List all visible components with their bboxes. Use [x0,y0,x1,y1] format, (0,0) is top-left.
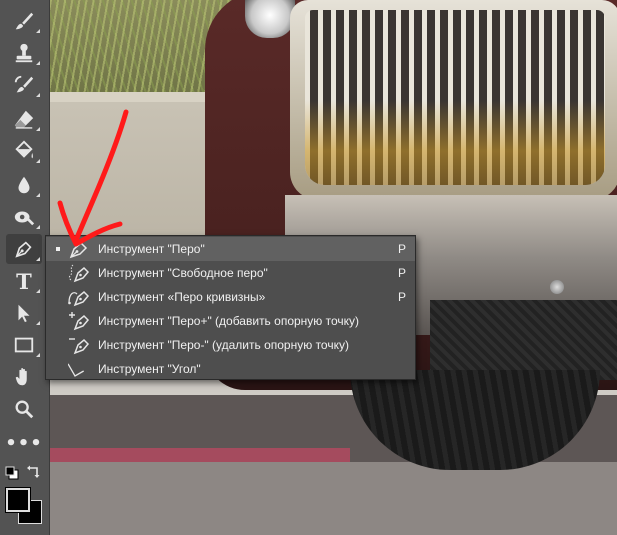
add-anchor-point-icon [69,312,90,331]
menu-item-label: Инструмент "Угол" [98,362,201,376]
hand-icon [15,368,27,386]
type-icon: T [16,268,32,294]
menu-item-shortcut: P [398,266,407,280]
convert-point-icon [68,363,84,377]
pen-tools-flyout-menu: Инструмент "Перо" P Инструмент "Свободно… [45,235,416,380]
stamp-icon [15,43,33,63]
photo-foglight [550,280,564,294]
edit-toolbar-button[interactable]: ••• [5,428,43,458]
paint-bucket-icon [15,140,33,159]
pen-icon [15,241,32,258]
foreground-color-swatch[interactable] [5,487,31,513]
blur-tool[interactable] [6,170,42,200]
menu-item-convert-point-tool[interactable]: Инструмент "Угол" [46,357,415,381]
color-swatches [4,486,44,526]
rectangle-icon [14,337,34,353]
menu-item-freeform-pen-tool[interactable]: Инструмент "Свободное перо" P [46,261,415,285]
default-colors-icon[interactable] [5,466,19,480]
photo-headlight [245,0,295,38]
menu-item-curvature-pen-tool[interactable]: Инструмент «Перо кривизны» P [46,285,415,309]
menu-item-label: Инструмент "Перо-" (удалить опорную точк… [98,338,349,352]
menu-item-shortcut: P [398,290,407,304]
history-brush-tool[interactable] [6,70,42,100]
menu-item-label: Инструмент "Свободное перо" [98,266,268,280]
menu-item-delete-anchor-point-tool[interactable]: Инструмент "Перо-" (удалить опорную точк… [46,333,415,357]
pen-tool[interactable] [6,234,42,264]
photo-red-curb [50,448,350,462]
brush-icon [15,12,34,30]
swap-colors-icon[interactable] [25,464,41,480]
arrow-pointer-icon [18,304,30,323]
menu-item-label: Инструмент "Перо" [98,242,205,256]
type-tool[interactable]: T [6,266,42,296]
menu-item-label: Инструмент "Перо+" (добавить опорную точ… [98,314,360,328]
curvature-pen-icon [68,290,90,307]
delete-anchor-point-icon [69,338,90,355]
tools-panel: T ••• [0,0,50,535]
path-selection-tool[interactable] [6,298,42,328]
dodge-icon [14,211,35,226]
eraser-icon [14,110,34,129]
clone-stamp-tool[interactable] [6,38,42,68]
selected-indicator [56,247,60,251]
photo-lower-grille [430,300,617,380]
menu-item-pen-tool[interactable]: Инструмент "Перо" P [46,237,415,261]
zoom-tool[interactable] [6,394,42,424]
brush-tool[interactable] [6,6,42,36]
more-dots-icon: ••• [5,432,43,454]
menu-item-shortcut: P [398,242,407,256]
drop-icon [18,176,30,194]
history-brush-icon [14,75,34,93]
dodge-tool[interactable] [6,202,42,232]
photo-wall-ledge [50,92,215,102]
paint-bucket-tool[interactable] [6,136,42,166]
eraser-tool[interactable] [6,104,42,134]
hand-tool[interactable] [6,362,42,392]
menu-item-add-anchor-point-tool[interactable]: Инструмент "Перо+" (добавить опорную точ… [46,309,415,333]
menu-item-label: Инструмент «Перо кривизны» [98,290,266,304]
freeform-pen-icon [68,264,90,283]
photo-grille-reflection [305,100,605,185]
photo-road [50,462,617,535]
magnifier-icon [15,400,34,419]
rectangle-tool[interactable] [6,330,42,360]
pen-icon [69,241,88,259]
